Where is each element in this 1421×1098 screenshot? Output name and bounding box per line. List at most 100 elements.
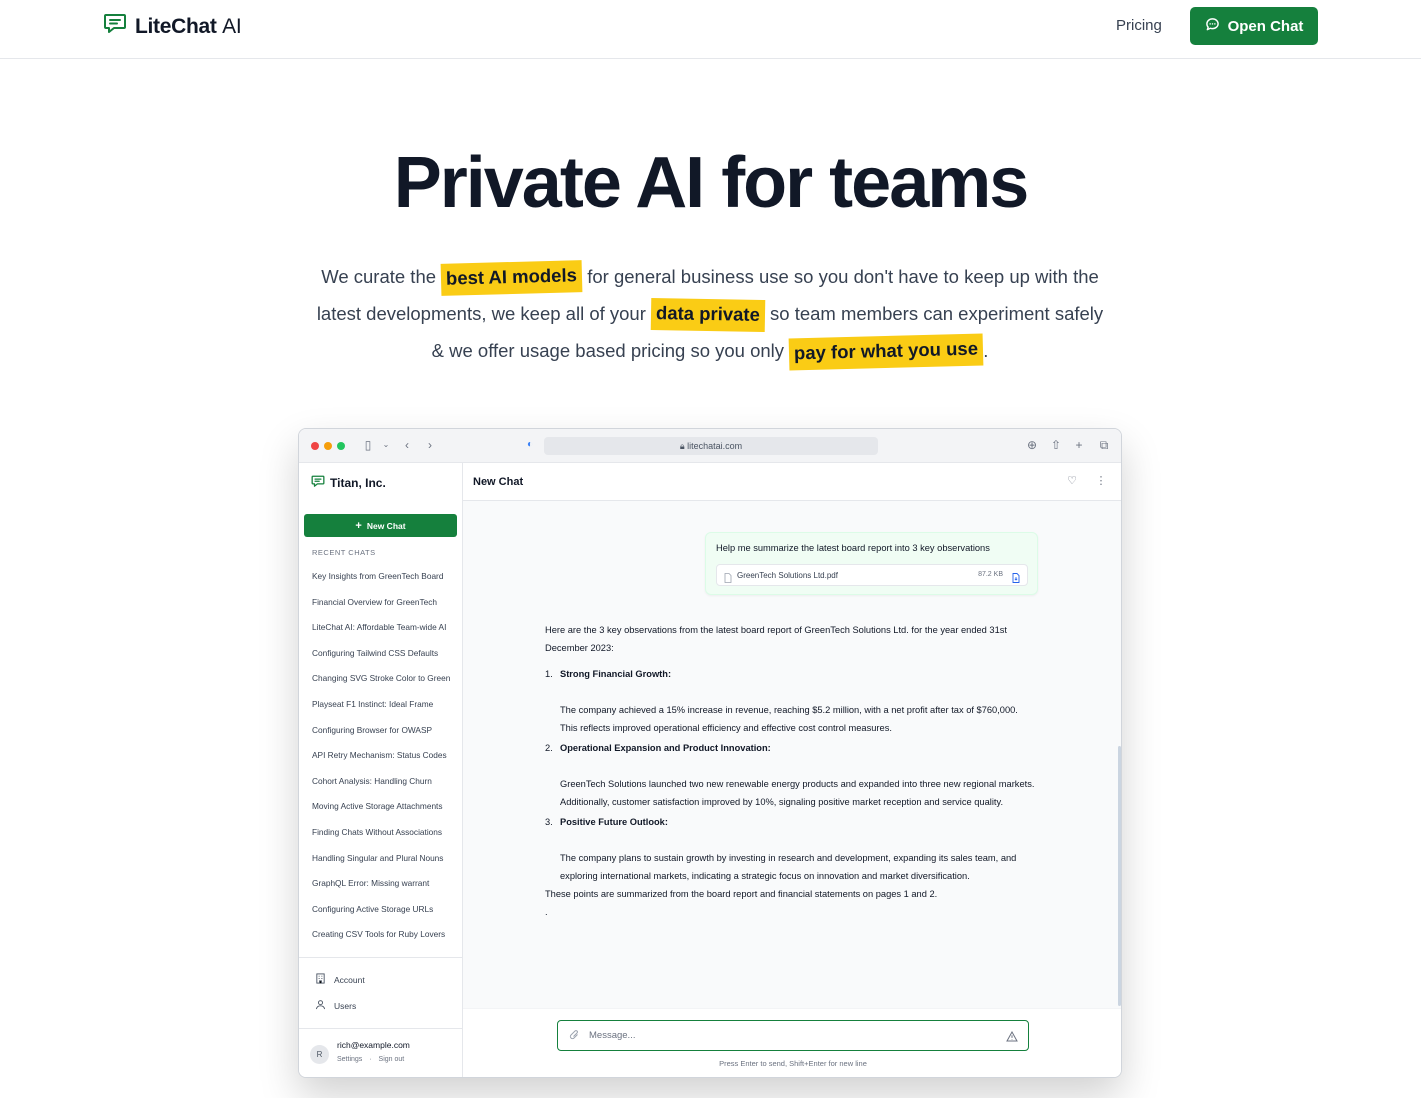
user-links: Settings · Sign out xyxy=(337,1056,404,1063)
recent-chat-item[interactable]: Moving Active Storage Attachments xyxy=(312,794,452,820)
chat-header: New Chat ♡ ⋮ xyxy=(463,463,1121,501)
sidebar-divider xyxy=(299,957,463,958)
pricing-link[interactable]: Pricing xyxy=(1116,17,1162,34)
document-icon xyxy=(724,570,732,588)
observation-body: The company achieved a 15% increase in r… xyxy=(560,705,1018,733)
assistant-message: Here are the 3 key observations from the… xyxy=(545,621,1035,921)
answer-closing: These points are summarized from the boa… xyxy=(545,889,938,899)
message-input[interactable]: Message... xyxy=(557,1020,1029,1051)
observation-number: 2. xyxy=(545,743,553,753)
recent-chats-heading: RECENT CHATS xyxy=(312,548,376,557)
answer-trailing: . xyxy=(545,907,548,917)
chevron-down-icon: ⌄ xyxy=(382,440,390,449)
warning-triangle-icon[interactable] xyxy=(1006,1029,1018,1047)
sidebar-toggle-icon: ▯ xyxy=(364,438,372,452)
user-message-bubble: Help me summarize the latest board repor… xyxy=(705,532,1038,595)
observation-number: 1. xyxy=(545,669,553,679)
account-label: Account xyxy=(334,974,365,985)
lock-icon: 🔒︎ xyxy=(679,441,685,451)
recent-chat-item[interactable]: Configuring Tailwind CSS Defaults xyxy=(312,641,452,667)
users-link[interactable]: Users xyxy=(315,999,356,1012)
file-download-icon[interactable] xyxy=(1012,570,1020,588)
chat-bubble-logo-icon xyxy=(103,13,127,40)
download-icon: ⊕ xyxy=(1026,438,1038,452)
recent-chat-item[interactable]: Cohort Analysis: Handling Churn xyxy=(312,769,452,795)
hero-subtitle: We curate the best AI models for general… xyxy=(310,258,1110,371)
recent-chat-item[interactable]: Changing SVG Stroke Color to Green xyxy=(312,666,452,692)
window-close-dot xyxy=(311,442,319,450)
paperclip-icon[interactable] xyxy=(569,1029,580,1044)
forward-arrow-icon: › xyxy=(428,438,432,452)
new-chat-button[interactable]: + New Chat xyxy=(304,514,457,537)
more-vertical-icon[interactable]: ⋮ xyxy=(1094,474,1108,488)
observation-number: 3. xyxy=(545,817,553,827)
message-thread: Help me summarize the latest board repor… xyxy=(463,501,1121,1008)
recent-chat-item[interactable]: Financial Overview for GreenTech xyxy=(312,590,452,616)
chat-scrollbar[interactable] xyxy=(1118,746,1121,1006)
building-icon xyxy=(315,973,326,986)
address-url: litechatai.com xyxy=(687,441,743,451)
recent-chat-item[interactable]: GraphQL Error: Missing warrant xyxy=(312,871,452,897)
brand-name-bold: LiteChat xyxy=(135,14,217,38)
top-navbar: LiteChat AI Pricing Open Chat xyxy=(0,0,1421,59)
sidebar-divider xyxy=(299,1028,463,1029)
attachment-size: 87.2 KB xyxy=(978,571,1003,578)
recent-chat-item[interactable]: Finding Chats Without Associations xyxy=(312,820,452,846)
app-sidebar: Titan, Inc. + New Chat RECENT CHATS Key … xyxy=(299,463,463,1077)
recent-chat-item[interactable]: Accessing Warranty through Chat xyxy=(312,948,452,957)
chat-panel: New Chat ♡ ⋮ Help me summarize the lates… xyxy=(463,463,1121,1077)
account-link[interactable]: Account xyxy=(315,973,365,986)
observation-body: The company plans to sustain growth by i… xyxy=(560,853,1017,881)
plus-icon: + xyxy=(355,519,362,532)
observation-title: Strong Financial Growth: xyxy=(560,669,672,679)
chat-bubble-logo-icon xyxy=(311,475,325,491)
composer-hint: Press Enter to send, Shift+Enter for new… xyxy=(719,1059,867,1068)
heart-icon[interactable]: ♡ xyxy=(1065,474,1079,488)
hero-title: Private AI for teams xyxy=(393,143,1030,223)
recent-chat-item[interactable]: Configuring Browser for OWASP xyxy=(312,718,452,744)
observation-item: 2. Operational Expansion and Product Inn… xyxy=(545,739,1035,811)
privacy-shield-icon: ◐ xyxy=(526,439,534,450)
attachment-name: GreenTech Solutions Ltd.pdf xyxy=(737,571,838,580)
recent-chat-item[interactable]: Key Insights from GreenTech Board xyxy=(312,564,452,590)
message-placeholder: Message... xyxy=(589,1030,636,1041)
brand-name: LiteChat AI xyxy=(135,14,242,39)
tabs-overview-icon: ⧉ xyxy=(1099,438,1109,452)
recent-chat-item[interactable]: Configuring Active Storage URLs xyxy=(312,897,452,923)
recent-chat-item[interactable]: Handling Singular and Plural Nouns xyxy=(312,846,452,872)
recent-chat-item[interactable]: API Retry Mechanism: Status Codes xyxy=(312,743,452,769)
answer-intro: Here are the 3 key observations from the… xyxy=(545,625,1008,653)
brand-logo-link[interactable]: LiteChat AI xyxy=(103,13,242,40)
hero-sub-text-4: . xyxy=(983,340,989,361)
attachment-chip[interactable]: GreenTech Solutions Ltd.pdf 87.2 KB xyxy=(716,564,1028,586)
message-composer: Message... Press Enter to send, Shift+En… xyxy=(463,1008,1121,1077)
link-separator: · xyxy=(369,1056,372,1063)
address-bar: 🔒︎ litechatai.com xyxy=(544,437,878,455)
observation-title: Positive Future Outlook: xyxy=(560,817,668,827)
app-screenshot-browser: ▯ ⌄ ‹ › ◐ 🔒︎ litechatai.com ⊕ ⇧ + ⧉ Tita… xyxy=(298,428,1122,1078)
open-chat-button[interactable]: Open Chat xyxy=(1190,7,1318,45)
hero-sub-text-1: We curate the xyxy=(321,266,442,287)
users-label: Users xyxy=(334,1000,357,1011)
user-message-text: Help me summarize the latest board repor… xyxy=(716,543,990,553)
avatar: R xyxy=(310,1045,329,1064)
recent-chat-item[interactable]: Playseat F1 Instinct: Ideal Frame xyxy=(312,692,452,718)
observation-item: 1. Strong Financial Growth: The company … xyxy=(545,665,1035,737)
recent-chat-item[interactable]: Creating CSV Tools for Ruby Lovers xyxy=(312,922,452,948)
settings-link[interactable]: Settings xyxy=(337,1056,362,1063)
observation-item: 3. Positive Future Outlook: The company … xyxy=(545,813,1035,885)
new-tab-plus-icon: + xyxy=(1075,438,1083,452)
users-icon xyxy=(315,999,326,1012)
share-icon: ⇧ xyxy=(1050,438,1062,452)
recent-chat-item[interactable]: LiteChat AI: Affordable Team-wide AI xyxy=(312,615,452,641)
observation-title: Operational Expansion and Product Innova… xyxy=(560,743,771,753)
new-chat-label: New Chat xyxy=(366,520,406,531)
back-arrow-icon: ‹ xyxy=(405,438,409,452)
observation-body: GreenTech Solutions launched two new ren… xyxy=(560,779,1035,807)
brand-name-light: AI xyxy=(222,14,242,38)
window-maximize-dot xyxy=(337,442,345,450)
sign-out-link[interactable]: Sign out xyxy=(379,1056,405,1063)
browser-toolbar: ▯ ⌄ ‹ › ◐ 🔒︎ litechatai.com ⊕ ⇧ + ⧉ xyxy=(299,429,1121,463)
chat-bubble-icon xyxy=(1205,17,1220,36)
highlight-data-private: data private xyxy=(650,298,766,332)
